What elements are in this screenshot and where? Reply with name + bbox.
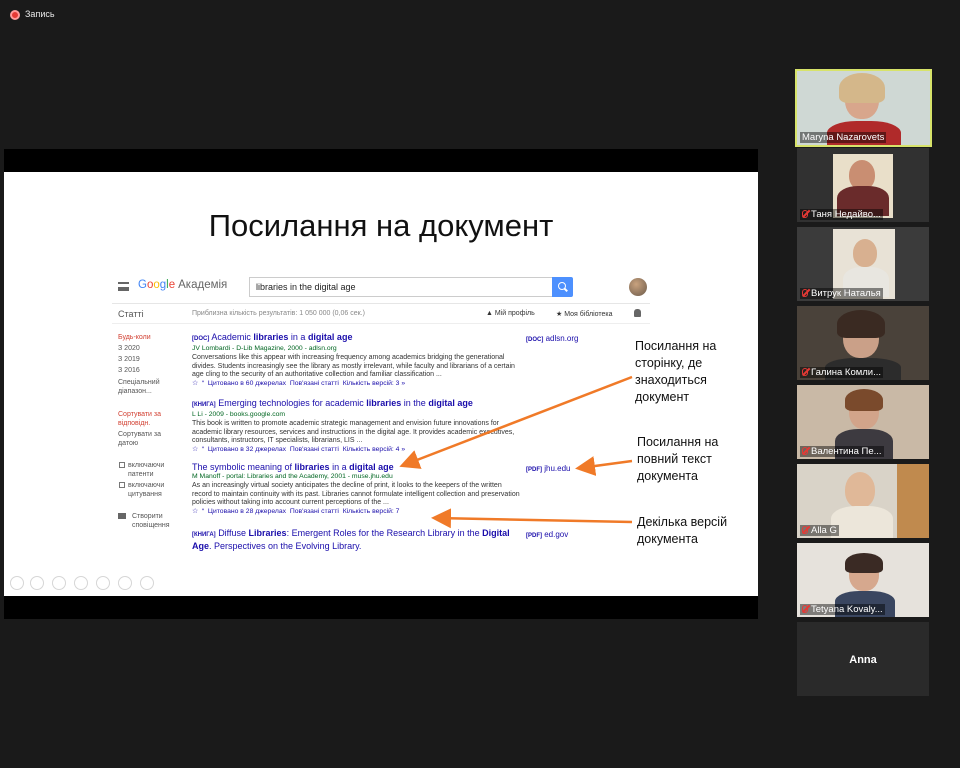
participant-tile[interactable]: Maryna Nazarovets <box>795 69 932 147</box>
arrow-fulltext <box>575 456 633 476</box>
zoom-icon[interactable] <box>96 576 110 590</box>
pen-icon[interactable] <box>52 576 66 590</box>
recording-label: Запись <box>25 9 55 19</box>
participant-name: Alla G <box>800 525 839 536</box>
muted-mic-icon <box>802 289 808 297</box>
more-options-icon[interactable] <box>140 576 154 590</box>
participant-name: Maryna Nazarovets <box>800 132 887 143</box>
muted-mic-icon <box>802 447 808 455</box>
video-hair <box>845 389 883 411</box>
participant-name: Валентина Пе... <box>800 446 884 457</box>
participant-tile[interactable]: Tetyana Kovaly... <box>797 543 929 617</box>
participant-name: Галина Комли... <box>800 367 884 378</box>
video-face <box>845 472 875 508</box>
video-body <box>831 506 893 538</box>
video-hair <box>839 73 885 103</box>
participant-tile[interactable]: Таня Недайво... <box>797 148 929 222</box>
presentation-slide: Посилання на документ Google Академія lib… <box>4 172 758 596</box>
participant-name: Tetyana Kovaly... <box>800 604 885 615</box>
participant-tile[interactable]: Галина Комли... <box>797 306 929 380</box>
muted-mic-icon <box>802 368 808 376</box>
slides-icon[interactable] <box>74 576 88 590</box>
recording-icon <box>10 10 20 20</box>
muted-mic-icon <box>802 526 808 534</box>
participant-tile[interactable]: Alla G <box>797 464 929 538</box>
arrow-versions <box>431 508 633 529</box>
video-hair <box>845 553 883 573</box>
participant-tile[interactable]: Валентина Пе... <box>797 385 929 459</box>
participant-tile[interactable]: Anna <box>797 622 929 696</box>
participant-name: Витрук Наталья <box>800 288 883 299</box>
next-slide-icon[interactable] <box>30 576 44 590</box>
meeting-top-bar: Запись <box>0 0 960 30</box>
subtitles-icon[interactable] <box>118 576 132 590</box>
muted-mic-icon <box>802 210 808 218</box>
annotation-arrows <box>399 375 633 529</box>
video-face <box>853 239 877 267</box>
muted-mic-icon <box>802 605 808 613</box>
participant-name: Anna <box>849 654 877 666</box>
video-door <box>897 464 929 538</box>
video-hair <box>837 310 885 338</box>
participant-name: Таня Недайво... <box>800 209 883 220</box>
prev-slide-icon[interactable] <box>10 576 24 590</box>
participant-tile[interactable]: Витрук Наталья <box>797 227 929 301</box>
arrow-page-link <box>399 375 633 469</box>
